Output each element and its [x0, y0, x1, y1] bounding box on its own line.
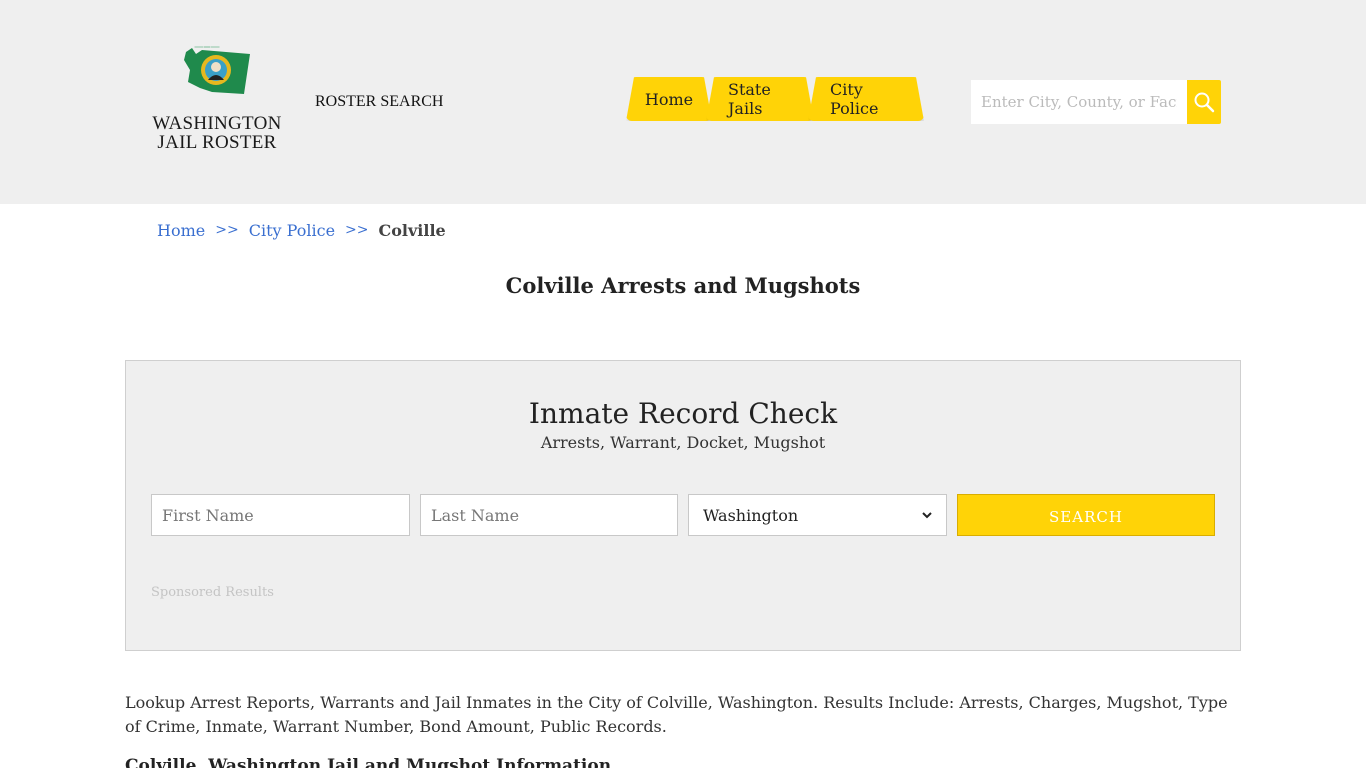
main-nav: Home State Jails City Police: [626, 77, 918, 121]
nav-tab-state-jails[interactable]: State Jails: [706, 77, 814, 121]
chevron-down-icon: [922, 511, 932, 518]
sponsored-results-label: Sponsored Results: [151, 585, 274, 600]
breadcrumb-city-police[interactable]: City Police: [249, 221, 335, 240]
washington-state-seal-icon: [184, 48, 250, 94]
record-check-subtitle: Arrests, Warrant, Docket, Mugshot: [540, 433, 826, 452]
nav-tab-home[interactable]: Home: [626, 77, 712, 121]
breadcrumb-current: Colville: [378, 221, 446, 240]
state-select-value: Washington: [703, 505, 799, 525]
site-search-button[interactable]: [1187, 80, 1221, 124]
page-title: Colville Arrests and Mugshots: [505, 273, 861, 298]
site-logo[interactable]: WASHINGTON JAIL ROSTER: [150, 46, 284, 158]
breadcrumb: Home >> City Police >> Colville: [157, 221, 446, 240]
breadcrumb-separator: >>: [345, 222, 369, 238]
logo-divider: [194, 46, 220, 48]
logo-line-2: JAIL ROSTER: [157, 132, 277, 153]
logo-text: WASHINGTON JAIL ROSTER: [150, 114, 284, 152]
logo-line-1: WASHINGTON: [152, 113, 282, 134]
record-check-title: Inmate Record Check: [528, 397, 838, 430]
roster-search-link[interactable]: ROSTER SEARCH: [315, 93, 443, 111]
search-icon: [1194, 92, 1215, 113]
breadcrumb-home[interactable]: Home: [157, 221, 205, 240]
breadcrumb-separator: >>: [215, 222, 239, 238]
last-name-input[interactable]: [420, 494, 678, 536]
site-search: [971, 80, 1221, 124]
site-search-input[interactable]: [971, 80, 1187, 124]
nav-tab-city-police[interactable]: City Police: [808, 77, 924, 121]
state-select[interactable]: Washington: [688, 494, 947, 536]
inmate-record-check-panel: Inmate Record Check Arrests, Warrant, Do…: [125, 360, 1241, 651]
page-description: Lookup Arrest Reports, Warrants and Jail…: [125, 693, 1228, 736]
site-header: WASHINGTON JAIL ROSTER ROSTER SEARCH Hom…: [0, 0, 1366, 204]
first-name-input[interactable]: [151, 494, 410, 536]
section-heading: Colville, Washington Jail and Mugshot In…: [125, 756, 612, 768]
record-search-button[interactable]: SEARCH: [957, 494, 1215, 536]
